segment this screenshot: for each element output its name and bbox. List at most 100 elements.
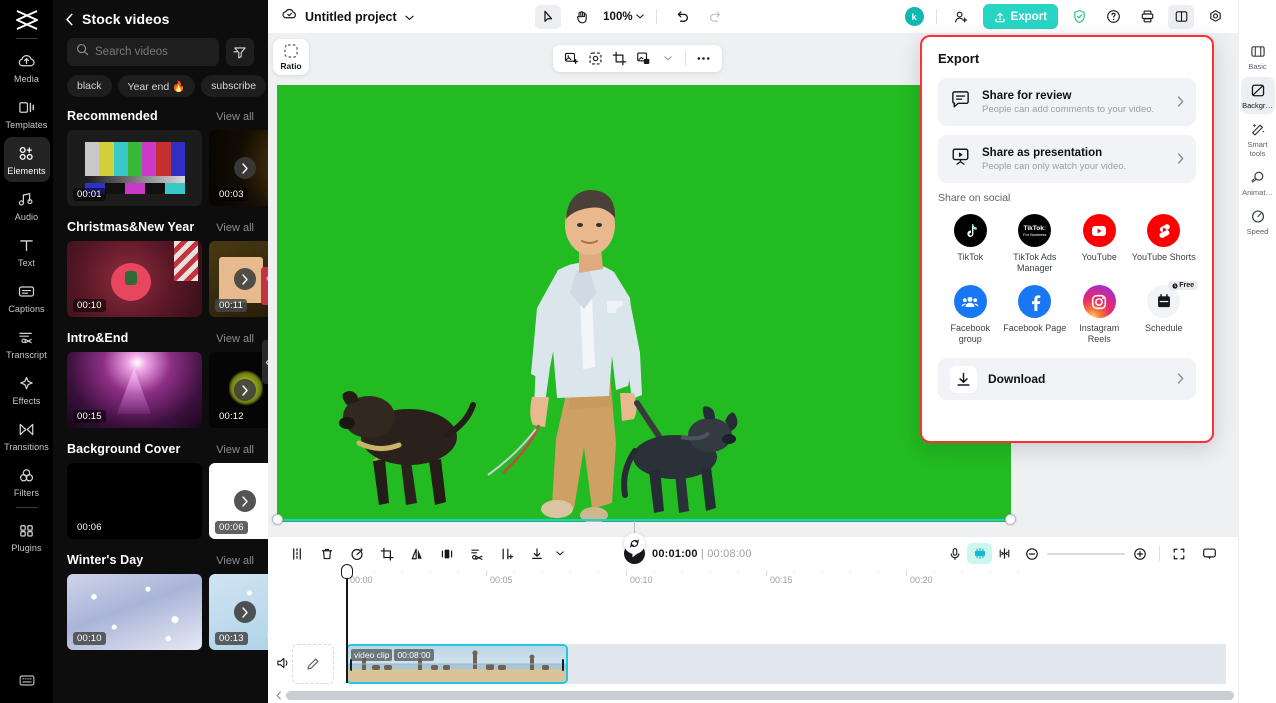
- freeze-frame-button[interactable]: [432, 541, 462, 567]
- mirror-button[interactable]: [402, 541, 432, 567]
- invite-collaborator-button[interactable]: [949, 5, 975, 29]
- video-canvas[interactable]: [277, 85, 1011, 522]
- settings-button[interactable]: [1202, 5, 1228, 29]
- share-for-review-row[interactable]: Share for review People can add comments…: [938, 78, 1196, 126]
- share-youtube-shorts-button[interactable]: YouTube Shorts: [1132, 214, 1197, 274]
- chevron-down-icon[interactable]: [405, 8, 414, 26]
- view-all-link[interactable]: View all: [216, 555, 254, 567]
- share-instagram-reels-button[interactable]: Instagram Reels: [1067, 285, 1132, 345]
- right-tab-smart-tools[interactable]: Smart tools: [1241, 116, 1275, 162]
- video-tile[interactable]: 00:15: [67, 352, 202, 428]
- crop-button[interactable]: [372, 541, 402, 567]
- speaker-icon[interactable]: [276, 656, 291, 675]
- redo-button[interactable]: [703, 5, 729, 29]
- delete-button[interactable]: [312, 541, 342, 567]
- crop-icon[interactable]: [609, 48, 630, 69]
- clip-trim-right[interactable]: [562, 659, 564, 671]
- sidebar-item-elements[interactable]: Elements: [3, 137, 50, 182]
- shield-check-button[interactable]: [1066, 5, 1092, 29]
- carousel-next-button[interactable]: [234, 601, 256, 623]
- chevron-left-icon[interactable]: [272, 691, 286, 700]
- search-input[interactable]: [95, 46, 210, 58]
- sidebar-item-captions[interactable]: Captions: [4, 275, 50, 320]
- right-tab-animation[interactable]: Animat…: [1241, 164, 1275, 201]
- share-facebook-group-button[interactable]: Facebook group: [938, 285, 1003, 345]
- chevron-left-icon[interactable]: [65, 13, 74, 26]
- resize-handle-right[interactable]: [1005, 514, 1016, 525]
- panel-collapse-handle[interactable]: [262, 340, 268, 384]
- capcut-logo-icon[interactable]: [11, 6, 43, 34]
- add-image-icon[interactable]: [561, 48, 582, 69]
- rotate-handle-icon[interactable]: [624, 533, 645, 554]
- share-schedule-button[interactable]: Free Schedule: [1132, 281, 1198, 345]
- fullscreen-button[interactable]: [1164, 541, 1194, 567]
- view-all-link[interactable]: View all: [216, 444, 254, 456]
- split-button[interactable]: [282, 541, 312, 567]
- more-dots-icon[interactable]: [693, 48, 714, 69]
- help-button[interactable]: [1100, 5, 1126, 29]
- download-row[interactable]: Download: [938, 358, 1196, 400]
- search-box[interactable]: [67, 38, 219, 66]
- background-remove-icon[interactable]: [633, 48, 654, 69]
- right-tab-basic[interactable]: Basic: [1241, 38, 1275, 75]
- sidebar-item-transcript[interactable]: Transcript: [4, 321, 50, 366]
- zoom-in-button[interactable]: [1125, 541, 1155, 567]
- filter-sort-icon[interactable]: [226, 38, 254, 66]
- view-all-link[interactable]: View all: [216, 222, 254, 234]
- hand-tool-button[interactable]: [569, 5, 595, 29]
- video-tile[interactable]: 00:06: [67, 463, 202, 539]
- playhead[interactable]: [340, 564, 353, 683]
- sidebar-item-effects[interactable]: Effects: [4, 367, 50, 412]
- preview-monitor-button[interactable]: [1194, 541, 1224, 567]
- video-tile[interactable]: 00:01: [67, 130, 202, 206]
- right-tab-speed[interactable]: Speed: [1241, 203, 1275, 240]
- carousel-next-button[interactable]: [234, 268, 256, 290]
- fit-frame-icon[interactable]: [585, 48, 606, 69]
- zoom-out-button[interactable]: [1017, 541, 1047, 567]
- carousel-next-button[interactable]: [234, 490, 256, 512]
- zoom-level-selector[interactable]: 100%: [603, 11, 644, 23]
- print-button[interactable]: [1134, 5, 1160, 29]
- sidebar-item-media[interactable]: Media: [4, 45, 50, 90]
- avatar[interactable]: k: [904, 7, 924, 26]
- carousel-next-button[interactable]: [234, 157, 256, 179]
- sidebar-item-audio[interactable]: Audio: [4, 183, 50, 228]
- view-all-link[interactable]: View all: [216, 111, 254, 123]
- share-tiktok-ads-button[interactable]: TikTok: For Business TikTok Ads Manager: [1003, 214, 1068, 274]
- project-name[interactable]: Untitled project: [305, 10, 397, 24]
- share-tiktok-button[interactable]: TikTok: [938, 214, 1003, 274]
- download-caret-button[interactable]: [552, 541, 568, 567]
- zoom-slider[interactable]: [1047, 552, 1125, 555]
- share-facebook-page-button[interactable]: Facebook Page: [1003, 285, 1068, 345]
- sidebar-item-text[interactable]: Text: [4, 229, 50, 274]
- ratio-button[interactable]: Ratio: [273, 39, 309, 75]
- keyframe-button[interactable]: [492, 541, 522, 567]
- right-tab-background[interactable]: Backgr…: [1240, 77, 1275, 114]
- download-track-button[interactable]: [522, 541, 552, 567]
- undo-button[interactable]: [669, 5, 695, 29]
- cut-button[interactable]: [462, 541, 492, 567]
- microphone-button[interactable]: [942, 543, 967, 564]
- video-tile[interactable]: 00:10: [67, 574, 202, 650]
- timeline-scrollbar[interactable]: [268, 690, 1238, 701]
- resize-handle-left[interactable]: [271, 514, 283, 525]
- scrollbar-thumb[interactable]: [286, 691, 1234, 700]
- share-youtube-button[interactable]: YouTube: [1067, 214, 1132, 274]
- share-as-presentation-row[interactable]: Share as presentation People can only wa…: [938, 135, 1196, 183]
- export-button[interactable]: Export: [982, 4, 1058, 29]
- marker-button[interactable]: [992, 543, 1017, 564]
- auto-adjust-button[interactable]: [967, 543, 992, 564]
- layout-toggle-button[interactable]: [1168, 4, 1194, 29]
- select-tool-button[interactable]: [535, 4, 562, 29]
- video-tile[interactable]: 00:10: [67, 241, 202, 317]
- timeline-clip[interactable]: video clip 00:08:00: [346, 644, 568, 684]
- timeline-ruler[interactable]: 00:00 00:05 00:10 00:15 00:20: [346, 570, 1238, 588]
- speed-button[interactable]: [342, 541, 372, 567]
- tag-chip[interactable]: Year end 🔥: [117, 75, 196, 97]
- playhead-knob[interactable]: [340, 564, 353, 579]
- chevron-down-icon[interactable]: [657, 48, 678, 69]
- clip-trim-left[interactable]: [350, 659, 352, 671]
- sidebar-item-filters[interactable]: Filters: [4, 459, 50, 504]
- tag-chip[interactable]: black: [67, 75, 112, 97]
- view-all-link[interactable]: View all: [216, 333, 254, 345]
